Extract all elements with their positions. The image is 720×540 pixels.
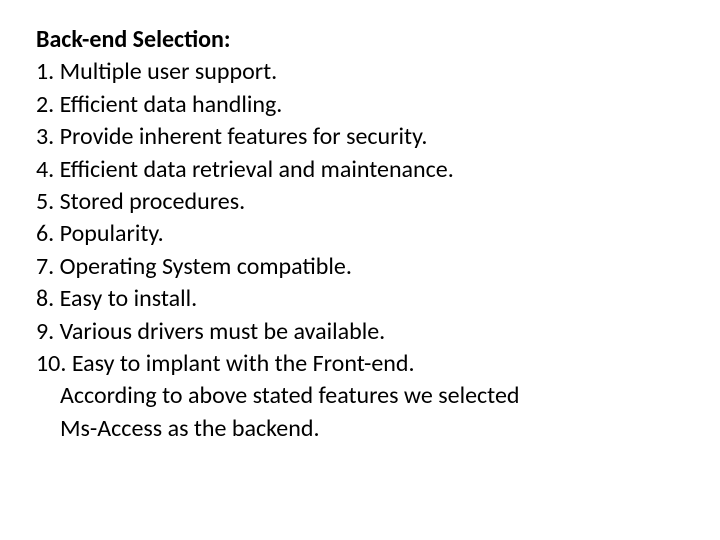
list-item: 5. Stored procedures.: [36, 186, 684, 218]
list-item: 2. Efficient data handling.: [36, 89, 684, 121]
list-item: 3. Provide inherent features for securit…: [36, 121, 684, 153]
list-item: 10. Easy to implant with the Front-end.: [36, 348, 684, 380]
list-item: 4. Efficient data retrieval and maintena…: [36, 154, 684, 186]
list-item: 8. Easy to install.: [36, 283, 684, 315]
conclusion-line: Ms-Access as the backend.: [36, 413, 684, 445]
conclusion-line: According to above stated features we se…: [36, 380, 684, 412]
list-item: 9. Various drivers must be available.: [36, 316, 684, 348]
page-title: Back-end Selection:: [36, 24, 684, 56]
list-item: 1. Multiple user support.: [36, 56, 684, 88]
list-item: 7. Operating System compatible.: [36, 251, 684, 283]
list-item: 6. Popularity.: [36, 218, 684, 250]
